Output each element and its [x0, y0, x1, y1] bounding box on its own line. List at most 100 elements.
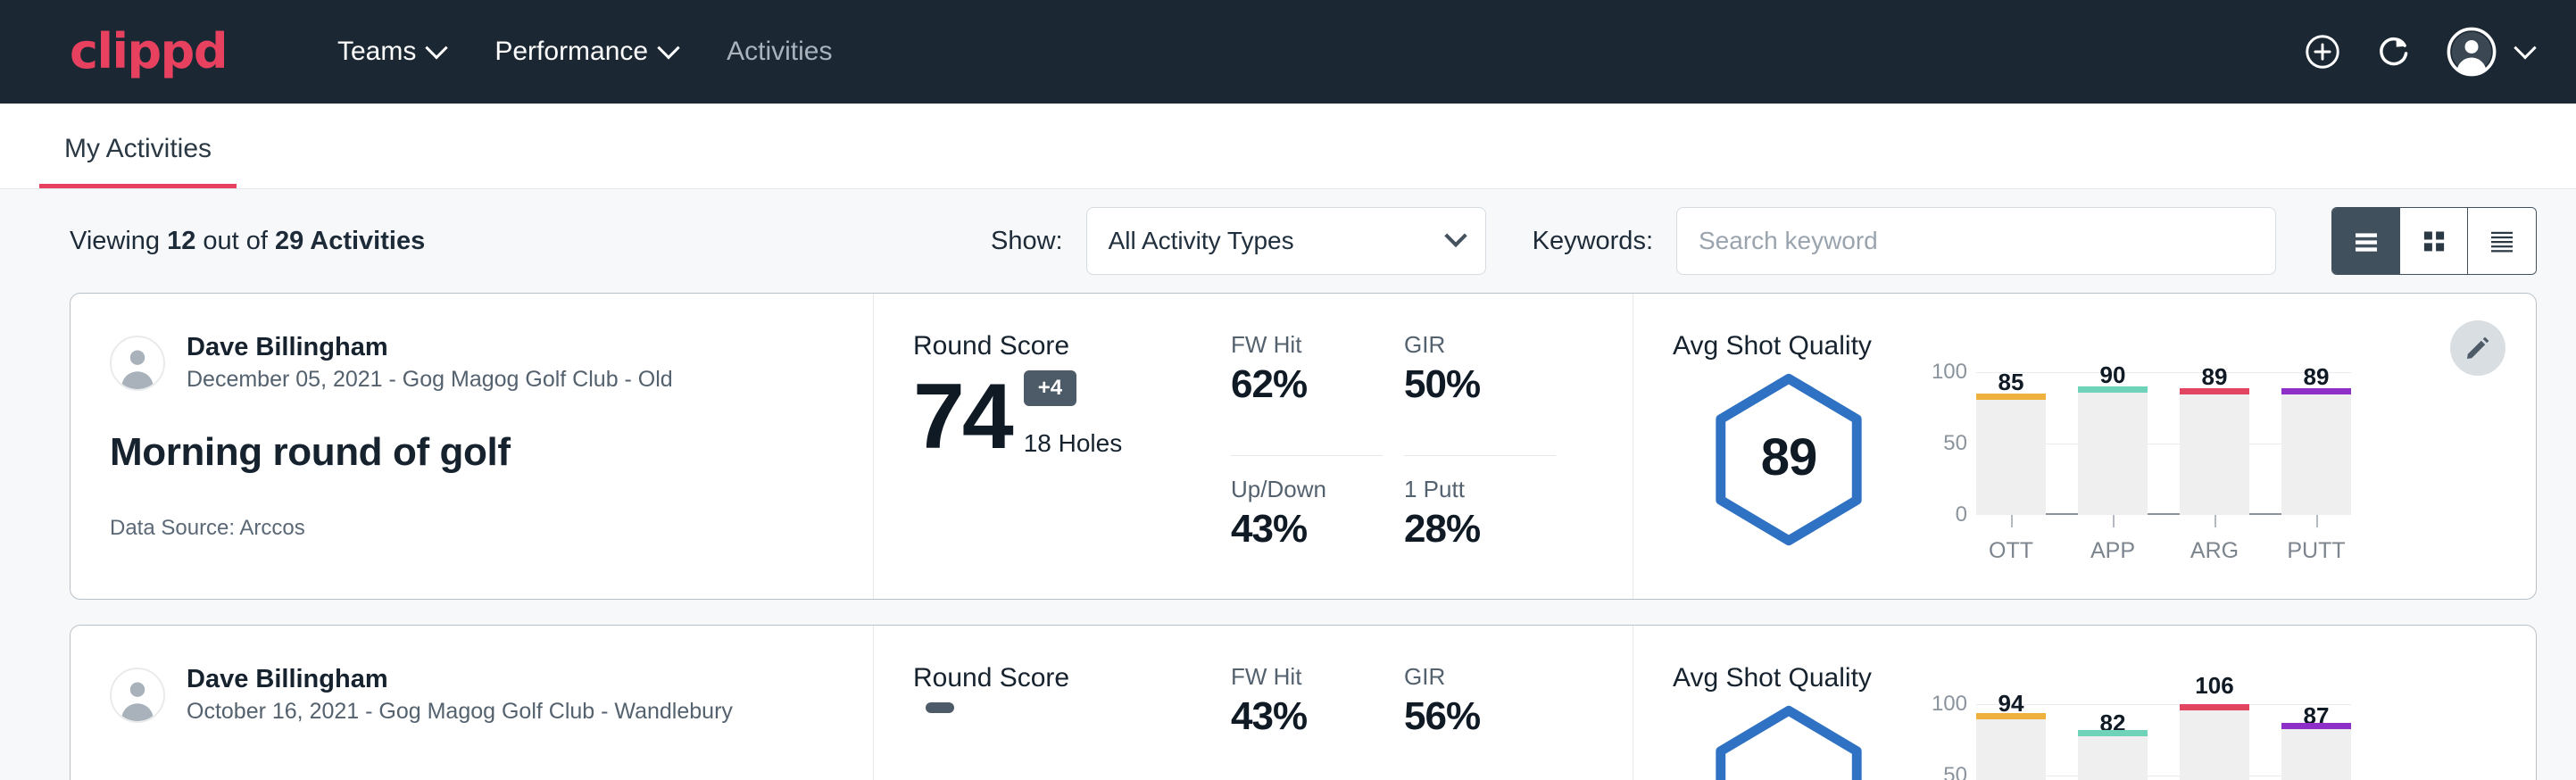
bar-cap-ott: [1976, 394, 2046, 400]
viewing-count-text: Viewing 12 out of 29 Activities: [70, 227, 425, 256]
shot-quality-column: Avg Shot Quality 89 100 50 0: [1633, 294, 2536, 599]
x-label-arg: ARG: [2180, 538, 2249, 564]
chart-plot-area: 85 90: [1976, 372, 2351, 515]
activity-card-list: Dave Billingham December 05, 2021 - Gog …: [0, 293, 2576, 780]
stat-fw-hit-value: 62%: [1231, 362, 1383, 407]
filter-bar: Viewing 12 out of 29 Activities Show: Al…: [0, 189, 2576, 293]
bar-cap-ott: [1976, 713, 2046, 719]
tab-my-activities[interactable]: My Activities: [39, 134, 237, 188]
holes-played: 18 Holes: [1024, 429, 1123, 458]
top-navigation-bar: clippd Teams Performance Activities: [0, 0, 2576, 104]
y-tick-0: 0: [1956, 502, 1967, 527]
round-score-label: Round Score: [913, 663, 1231, 693]
activity-info-column: Dave Billingham December 05, 2021 - Gog …: [71, 294, 874, 599]
primary-nav: Teams Performance Activities: [312, 37, 857, 67]
refresh-button[interactable]: [2374, 32, 2414, 71]
search-keyword-field[interactable]: [1676, 207, 2276, 275]
x-label-app: APP: [2078, 538, 2148, 564]
stat-gir-label: GIR: [1404, 331, 1556, 359]
round-stats-grid: FW Hit 43% GIR 56%: [1231, 663, 1556, 780]
nav-item-performance[interactable]: Performance: [469, 37, 702, 67]
round-stats-column: FW Hit 62% GIR 50% Up/Down 43% 1 Putt 28…: [1231, 294, 1633, 599]
nav-item-teams[interactable]: Teams: [312, 37, 469, 67]
round-score-value: 74: [913, 370, 1011, 463]
user-menu-button[interactable]: [2446, 26, 2533, 78]
y-tick-100: 100: [1932, 360, 1967, 385]
bar-value-arg: 89: [2180, 363, 2249, 391]
viewing-mid: out of: [195, 227, 275, 255]
round-stats-column: FW Hit 43% GIR 56%: [1231, 626, 1633, 780]
clippd-logo[interactable]: clippd: [70, 28, 227, 76]
view-toggle-list[interactable]: [2332, 208, 2400, 274]
stat-up-down-label: Up/Down: [1231, 476, 1383, 503]
bar-value-ott: 85: [1976, 369, 2046, 396]
bar-column-arg: 106: [2180, 704, 2249, 780]
bar-cap-app: [2078, 730, 2148, 736]
bar-app: [2078, 730, 2148, 780]
stat-gir: GIR 50%: [1404, 331, 1556, 456]
list-view-icon: [2350, 225, 2382, 257]
bar-column-ott: 85: [1976, 372, 2046, 515]
view-toggle-compact[interactable]: [2468, 208, 2536, 274]
search-input[interactable]: [1699, 227, 2254, 255]
shot-quality-bar-chart: 100 50 0 85: [1923, 367, 2351, 564]
x-tick-app: [2113, 515, 2115, 527]
activity-author: Dave Billingham October 16, 2021 - Gog M…: [110, 663, 834, 728]
stat-up-down-value: 43%: [1231, 507, 1383, 552]
tab-my-activities-label: My Activities: [64, 134, 212, 163]
stat-one-putt-label: 1 Putt: [1404, 476, 1556, 503]
bar-cap-app: [2078, 386, 2148, 393]
bar-putt: [2281, 723, 2351, 780]
person-icon: [112, 336, 163, 391]
bar-value-arg: 106: [2180, 672, 2249, 700]
account-circle-icon: [2446, 26, 2497, 78]
stat-one-putt-value: 28%: [1404, 507, 1556, 552]
stat-up-down: Up/Down 43%: [1231, 476, 1383, 600]
author-name: Dave Billingham: [187, 331, 673, 363]
stat-fw-hit-value: 43%: [1231, 694, 1383, 739]
y-tick-50: 50: [1943, 763, 1967, 780]
stat-one-putt: 1 Putt 28%: [1404, 476, 1556, 600]
bar-arg: [2180, 388, 2249, 515]
avg-shot-quality-value: 89: [1673, 367, 1905, 547]
author-text: Dave Billingham October 16, 2021 - Gog M…: [187, 663, 733, 728]
activity-card[interactable]: Dave Billingham December 05, 2021 - Gog …: [70, 293, 2537, 600]
bar-ott: [1976, 713, 2046, 780]
keywords-label: Keywords:: [1533, 227, 1653, 256]
bar-cap-arg: [2180, 704, 2249, 710]
bar-cap-putt: [2281, 388, 2351, 394]
activity-type-select[interactable]: All Activity Types: [1086, 207, 1486, 275]
chart-x-labels: OTT APP ARG PUTT: [1976, 538, 2351, 564]
y-tick-50: 50: [1943, 431, 1967, 456]
bar-cap-putt: [2281, 723, 2351, 729]
x-tick-arg: [2215, 515, 2216, 527]
round-stats-grid: FW Hit 62% GIR 50% Up/Down 43% 1 Putt 28…: [1231, 331, 1556, 599]
nav-item-activities[interactable]: Activities: [702, 37, 857, 67]
round-score-column: Round Score: [874, 626, 1231, 780]
viewing-total-count: 29 Activities: [275, 227, 425, 255]
score-to-par-badge: [926, 702, 954, 713]
tab-strip: My Activities: [0, 104, 2576, 189]
nav-item-activities-label: Activities: [727, 37, 832, 67]
chevron-down-icon: [657, 37, 679, 59]
bar-column-app: 82: [2078, 704, 2148, 780]
activity-card[interactable]: Dave Billingham October 16, 2021 - Gog M…: [70, 625, 2537, 780]
grid-view-icon: [2418, 225, 2450, 257]
activity-meta: October 16, 2021 - Gog Magog Golf Club -…: [187, 695, 733, 727]
shot-quality-bar-chart: 100 50 0 94: [1923, 699, 2351, 780]
avg-shot-quality-hexagon: [1673, 699, 1905, 780]
round-score-label: Round Score: [913, 331, 1231, 361]
avatar: [110, 336, 165, 391]
activity-title: Morning round of golf: [110, 430, 834, 475]
add-activity-button[interactable]: [2303, 32, 2342, 71]
bar-column-app: 90: [2078, 372, 2148, 515]
edit-activity-button[interactable]: [2450, 320, 2505, 376]
person-icon: [112, 668, 163, 723]
view-toggle-grid[interactable]: [2400, 208, 2468, 274]
x-tick-ott: [2011, 515, 2013, 527]
bar-column-putt: 87: [2281, 704, 2351, 780]
x-label-ott: OTT: [1976, 538, 2046, 564]
shot-quality-column: Avg Shot Quality 100 50 0: [1633, 626, 2536, 780]
topbar-actions: [2303, 26, 2533, 78]
chevron-down-icon: [1444, 225, 1467, 247]
